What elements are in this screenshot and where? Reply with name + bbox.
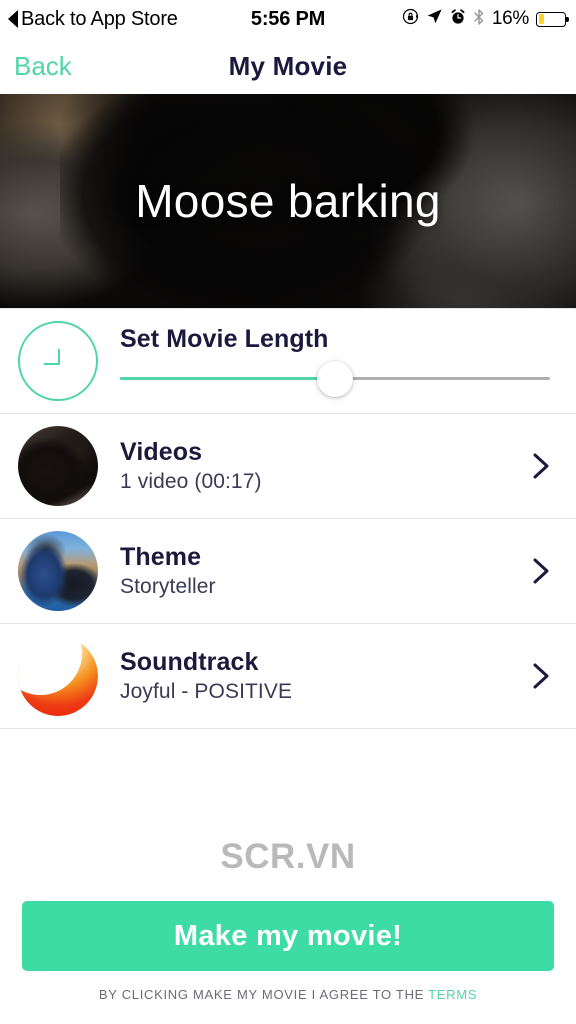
battery-icon	[536, 11, 569, 27]
list-item-theme[interactable]: Theme Storyteller	[0, 519, 576, 623]
clock-hand-horizontal	[44, 363, 60, 365]
battery-fill	[538, 14, 544, 24]
list-item-title: Theme	[120, 543, 202, 571]
movie-length-slider-fill	[120, 377, 335, 380]
watermark: SCR.VN	[220, 837, 356, 876]
status-bar-time: 5:56 PM	[250, 7, 326, 30]
terms-disclaimer-text: BY CLICKING MAKE MY MOVIE I AGREE TO THE	[98, 987, 429, 1002]
status-bar: Back to App Store 5:56 PM 16%	[0, 0, 576, 38]
set-movie-length-row[interactable]: Set Movie Length	[0, 309, 576, 413]
hero-banner[interactable]: Moose barking	[0, 94, 576, 308]
cta-container: Make my movie!	[0, 901, 576, 971]
battery-percent-label: 16%	[491, 8, 529, 29]
list-item-text: Soundtrack Joyful - POSITIVE	[120, 648, 292, 704]
terms-disclaimer: BY CLICKING MAKE MY MOVIE I AGREE TO THE…	[0, 987, 576, 1002]
list-item-subtitle: Joyful - POSITIVE	[120, 680, 293, 703]
soundtrack-thumbnail	[18, 636, 98, 716]
list-item-subtitle: Storyteller	[120, 575, 216, 598]
movie-length-slider-block: Set Movie Length	[120, 321, 550, 401]
alarm-clock-icon	[450, 8, 466, 30]
movie-title: Moose barking	[135, 175, 441, 227]
list-item-title: Videos	[120, 438, 203, 466]
nav-bar: Back My Movie	[0, 38, 576, 94]
rotation-lock-icon	[402, 8, 419, 30]
status-bar-indicators: 16%	[402, 8, 569, 31]
bluetooth-icon	[473, 8, 485, 31]
page-title: My Movie	[228, 50, 348, 81]
content-spacer	[0, 729, 576, 837]
video-thumbnail	[18, 426, 98, 506]
status-bar-back-label: Back to App Store	[21, 7, 178, 30]
app-screen: Back to App Store 5:56 PM 16% Back My Mo…	[0, 0, 576, 1024]
set-movie-length-label: Set Movie Length	[120, 325, 329, 353]
movie-length-slider-track[interactable]	[120, 361, 550, 397]
chevron-right-icon[interactable]	[530, 446, 554, 486]
location-arrow-icon	[426, 8, 443, 30]
list-item-text: Videos 1 video (00:17)	[120, 438, 262, 494]
list-item-videos[interactable]: Videos 1 video (00:17)	[0, 414, 576, 518]
terms-link[interactable]: TERMS	[428, 987, 477, 1002]
make-my-movie-button[interactable]: Make my movie!	[22, 901, 554, 971]
status-bar-back-to-app-store[interactable]: Back to App Store	[8, 8, 178, 31]
list-item-soundtrack[interactable]: Soundtrack Joyful - POSITIVE	[0, 624, 576, 728]
clock-icon	[18, 321, 98, 401]
list-item-title: Soundtrack	[120, 648, 259, 676]
clock-hand-vertical	[58, 349, 60, 364]
list-item-text: Theme Storyteller	[120, 543, 216, 599]
theme-thumbnail	[18, 531, 98, 611]
chevron-right-icon[interactable]	[530, 551, 554, 591]
list-item-subtitle: 1 video (00:17)	[120, 470, 262, 493]
movie-length-slider-thumb[interactable]	[317, 361, 353, 397]
back-triangle-icon	[8, 10, 18, 28]
chevron-right-icon[interactable]	[530, 656, 554, 696]
nav-back-button[interactable]: Back	[14, 51, 72, 82]
